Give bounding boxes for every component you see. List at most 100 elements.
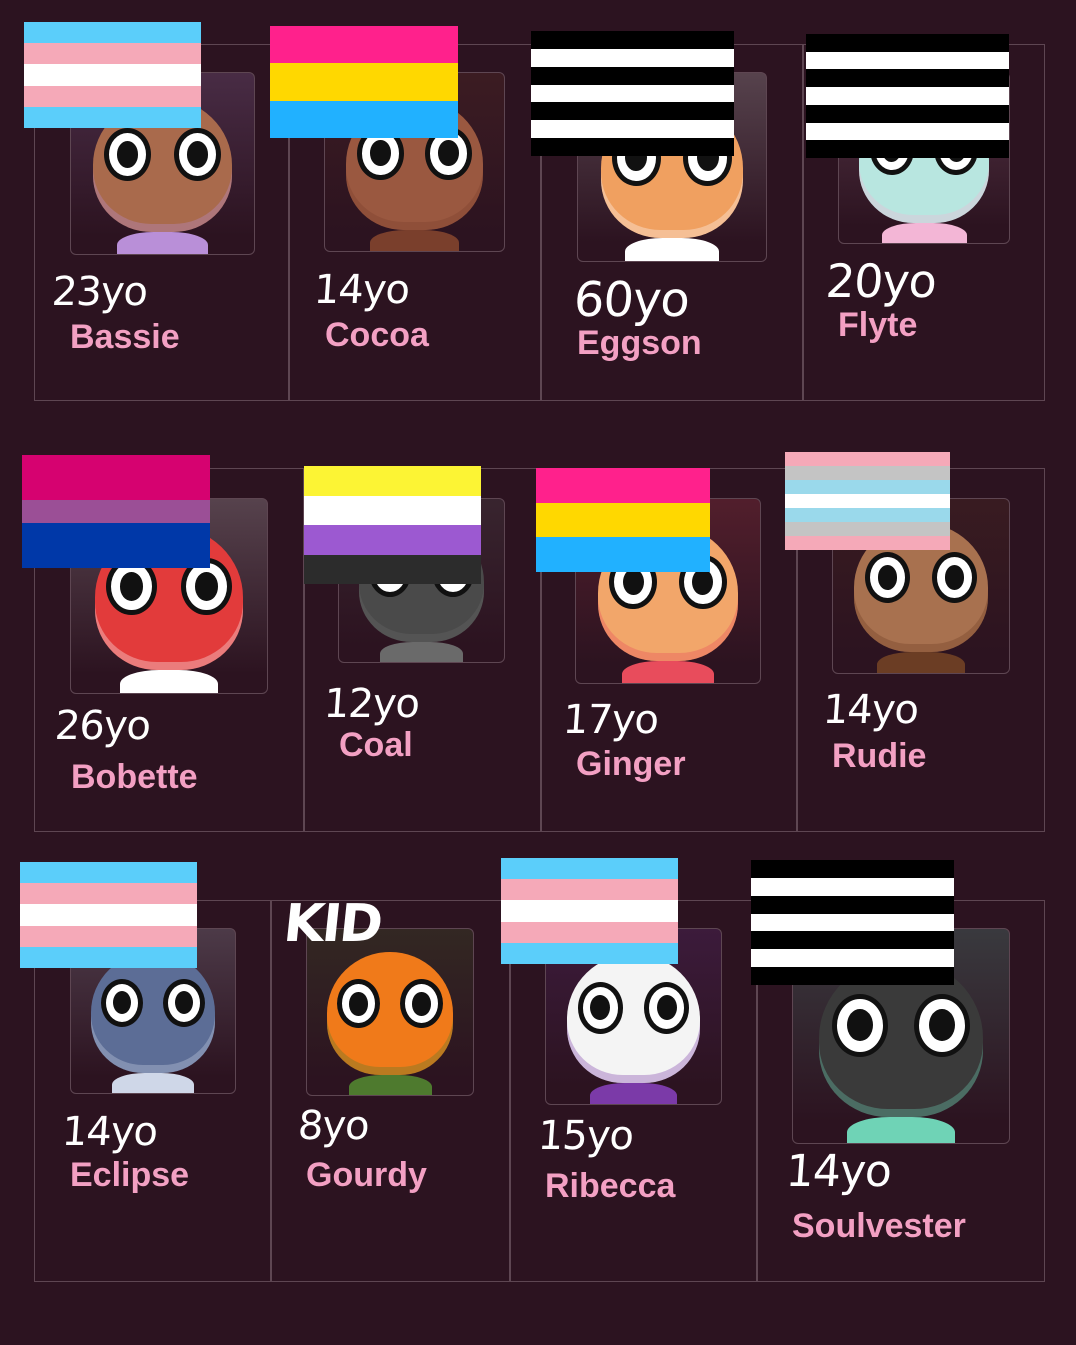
name-label-ginger: Ginger — [576, 745, 686, 783]
name-label-eggson: Eggson — [577, 324, 702, 362]
flag-stripe — [785, 452, 950, 466]
character-eye — [400, 979, 443, 1029]
character-body — [348, 1075, 432, 1095]
character-body — [112, 1073, 194, 1093]
flag-stripe — [531, 120, 734, 139]
flag-stripe — [751, 860, 954, 878]
name-label-ribecca: Ribecca — [545, 1167, 676, 1205]
character-eye — [644, 981, 690, 1034]
flag-stripe — [785, 466, 950, 480]
flag-stripe — [751, 967, 954, 986]
flag-stripe — [24, 43, 201, 65]
flag-stripe — [22, 455, 210, 478]
flag-stripe — [785, 522, 950, 536]
pride-flag-eggson — [531, 31, 734, 157]
flag-stripe — [501, 900, 678, 922]
flag-stripe — [806, 122, 1009, 141]
flag-stripe — [270, 63, 458, 101]
character-eye — [931, 551, 978, 604]
character-body — [622, 660, 714, 683]
kid-note: KID — [280, 894, 384, 954]
flag-stripe — [806, 104, 1009, 123]
flag-stripe — [22, 545, 210, 568]
character-body — [380, 642, 463, 662]
character-eye — [832, 993, 888, 1058]
age-label-flyte: 20yo — [824, 254, 938, 308]
flag-stripe — [304, 495, 481, 525]
flag-stripe — [20, 925, 197, 947]
character-body — [120, 669, 218, 693]
flag-stripe — [531, 102, 734, 121]
character-eye — [162, 978, 206, 1028]
flag-stripe — [806, 87, 1009, 105]
character-eye — [336, 979, 380, 1029]
character-face — [567, 953, 700, 1083]
flag-stripe — [24, 22, 201, 44]
flag-stripe — [785, 494, 950, 508]
flag-stripe — [536, 537, 710, 573]
character-eye — [104, 127, 152, 182]
flag-stripe — [501, 858, 678, 880]
age-label-bobette: 26yo — [53, 703, 152, 749]
flag-stripe — [20, 904, 197, 926]
pride-flag-ribecca — [501, 858, 678, 965]
character-body — [881, 222, 967, 243]
age-label-ginger: 17yo — [561, 697, 660, 743]
name-label-eclipse: Eclipse — [70, 1156, 190, 1194]
character-face — [326, 952, 454, 1076]
character-body — [369, 229, 460, 251]
flag-stripe — [501, 942, 678, 965]
name-label-gourdy: Gourdy — [306, 1156, 427, 1194]
name-label-flyte: Flyte — [838, 306, 918, 344]
flag-stripe — [270, 26, 458, 64]
age-label-gourdy: 8yo — [296, 1103, 371, 1149]
flag-stripe — [531, 48, 734, 67]
flag-stripe — [785, 480, 950, 494]
character-body — [847, 1117, 955, 1143]
character-eye — [173, 127, 221, 182]
flag-stripe — [24, 85, 201, 107]
name-label-soulvester: Soulvester — [792, 1207, 966, 1245]
pride-flag-ginger — [536, 468, 710, 573]
character-face — [90, 951, 216, 1074]
flag-stripe — [531, 66, 734, 85]
flag-stripe — [751, 913, 954, 932]
flag-stripe — [20, 862, 197, 884]
flag-stripe — [304, 466, 481, 496]
flag-stripe — [20, 946, 197, 969]
flag-stripe — [531, 138, 734, 157]
flag-stripe — [751, 895, 954, 914]
flag-stripe — [501, 921, 678, 943]
flag-stripe — [806, 34, 1009, 52]
character-eye — [100, 978, 143, 1028]
flag-stripe — [751, 949, 954, 968]
flag-stripe — [22, 500, 210, 523]
flag-stripe — [24, 64, 201, 86]
flag-stripe — [531, 84, 734, 103]
flag-stripe — [304, 554, 481, 584]
age-label-rudie: 14yo — [821, 687, 920, 733]
age-label-ribecca: 15yo — [536, 1113, 635, 1159]
flag-stripe — [806, 69, 1009, 88]
name-label-coal: Coal — [339, 726, 413, 764]
pride-flag-coal — [304, 466, 481, 584]
pride-flag-soulvester — [751, 860, 954, 986]
flag-stripe — [785, 536, 950, 550]
pride-flag-rudie — [785, 452, 950, 550]
pride-flag-bassie — [24, 22, 201, 129]
name-label-rudie: Rudie — [832, 737, 927, 775]
flag-stripe — [22, 477, 210, 501]
character-eye — [914, 993, 970, 1058]
age-label-eggson: 60yo — [572, 272, 691, 328]
flag-stripe — [536, 468, 710, 503]
character-eye — [577, 981, 623, 1034]
pride-flag-flyte — [806, 34, 1009, 159]
flag-stripe — [24, 106, 201, 129]
flag-stripe — [501, 879, 678, 901]
character-body — [625, 238, 719, 261]
flag-stripe — [536, 502, 710, 538]
age-label-eclipse: 14yo — [60, 1109, 159, 1155]
pride-flag-bobette — [22, 455, 210, 568]
age-label-bassie: 23yo — [50, 269, 149, 315]
column-divider — [270, 900, 272, 1282]
